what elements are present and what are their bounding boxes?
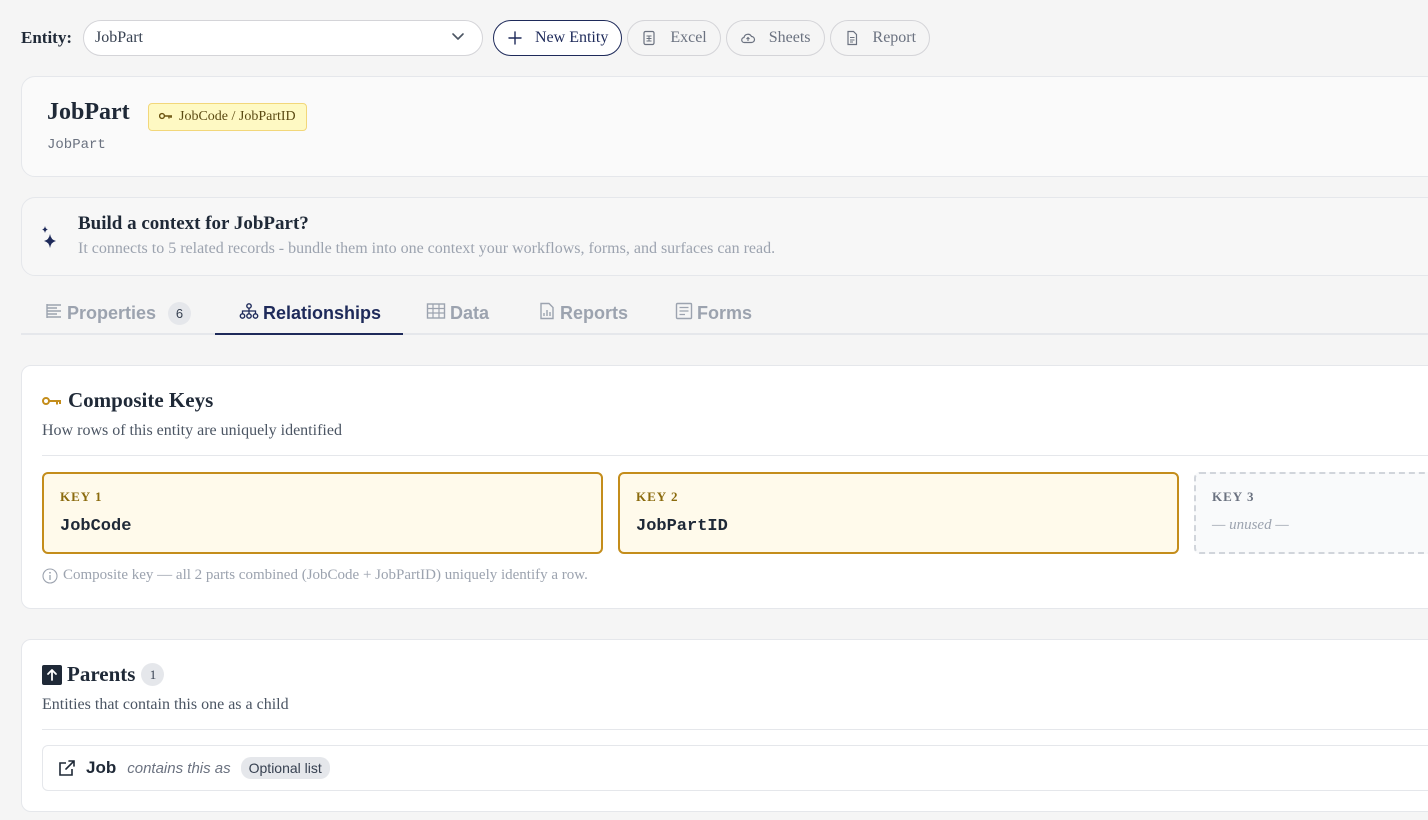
tab-properties[interactable]: Properties 6 <box>45 291 192 335</box>
context-banner[interactable]: Build a context for JobPart? It connects… <box>21 197 1428 276</box>
key-slot-label: KEY 2 <box>636 489 679 504</box>
sparkle-icon <box>40 225 62 249</box>
chevron-down-icon <box>450 28 466 49</box>
composite-keys-title: Composite Keys <box>42 388 213 413</box>
composite-keys-section: Composite Keys How rows of this entity a… <box>21 365 1428 609</box>
divider <box>42 729 1428 730</box>
report-button[interactable]: Report <box>829 20 931 56</box>
table-icon <box>426 302 450 325</box>
entity-select-value: JobPart <box>95 29 143 46</box>
hierarchy-icon <box>239 302 263 325</box>
parents-title: Parents 1 <box>42 662 165 687</box>
entity-subtitle: JobPart <box>47 137 106 153</box>
key-slot-value: JobCode <box>60 517 132 536</box>
spreadsheet-icon <box>641 30 657 46</box>
tab-forms[interactable]: Forms <box>675 291 752 335</box>
entity-header-card: JobPart JobCode / JobPartID JobPart <box>21 76 1428 177</box>
key-icon <box>158 109 179 125</box>
key-slot-value: JobPartID <box>636 517 728 536</box>
tab-reports[interactable]: Reports <box>538 291 628 335</box>
new-entity-label: New Entity <box>535 29 609 46</box>
info-icon <box>42 567 63 584</box>
parent-relation-text: contains this as <box>127 759 231 777</box>
key-slot-3[interactable]: KEY 3 — unused — <box>1194 472 1428 554</box>
relation-type-badge: Optional list <box>240 757 330 779</box>
toolbar: Entity: JobPart New Entity Excel Sheets … <box>21 20 931 56</box>
tab-data-label: Data <box>450 302 490 323</box>
parents-count-badge: 1 <box>141 663 165 686</box>
excel-label: Excel <box>670 29 707 46</box>
cloud-upload-icon <box>740 30 756 46</box>
parents-title-text: Parents <box>67 662 136 686</box>
composite-keys-description: How rows of this entity are uniquely ide… <box>42 422 342 439</box>
list-icon <box>45 302 67 325</box>
tab-reports-label: Reports <box>560 302 629 323</box>
key-icon <box>42 396 62 406</box>
tab-relationships[interactable]: Relationships <box>239 291 381 335</box>
key-badge-text: JobCode / JobPartID <box>179 109 296 124</box>
report-chart-icon <box>538 302 560 325</box>
parent-row[interactable]: Job contains this as Optional list <box>42 745 1428 791</box>
composite-keys-title-text: Composite Keys <box>68 388 214 412</box>
entity-label: Entity: <box>21 28 72 47</box>
composite-key-note-text: Composite key — all 2 parts combined (Jo… <box>63 567 588 583</box>
parent-name[interactable]: Job <box>86 758 116 778</box>
key-badge: JobCode / JobPartID <box>148 103 307 131</box>
active-tab-indicator <box>215 333 403 335</box>
context-description: It connects to 5 related records - bundl… <box>78 240 776 257</box>
plus-icon <box>507 30 523 46</box>
form-icon <box>675 302 697 325</box>
divider <box>42 455 1428 456</box>
tab-properties-label: Properties <box>67 302 157 323</box>
page-title: JobPart <box>47 99 130 125</box>
arrow-up-icon <box>42 664 62 685</box>
document-icon <box>844 30 860 46</box>
properties-count-badge: 6 <box>168 301 192 325</box>
sheets-button[interactable]: Sheets <box>725 20 825 56</box>
tab-data[interactable]: Data <box>426 291 489 335</box>
composite-key-note: Composite key — all 2 parts combined (Jo… <box>42 567 588 584</box>
key-slot-2[interactable]: KEY 2 JobPartID <box>618 472 1179 554</box>
excel-button[interactable]: Excel <box>627 20 721 56</box>
entity-select[interactable]: JobPart <box>83 20 483 56</box>
key-slot-label: KEY 3 <box>1212 489 1255 504</box>
key-slot-1[interactable]: KEY 1 JobCode <box>42 472 603 554</box>
tab-bar: Properties 6 Relationships Data Reports … <box>21 291 1428 335</box>
sheets-label: Sheets <box>768 29 811 46</box>
parents-section: Parents 1 Entities that contain this one… <box>21 639 1428 812</box>
report-label: Report <box>872 29 917 46</box>
external-link-icon[interactable] <box>57 758 77 778</box>
context-title: Build a context for JobPart? <box>78 213 309 234</box>
tab-forms-label: Forms <box>697 302 753 323</box>
new-entity-button[interactable]: New Entity <box>493 20 623 56</box>
key-slot-value: — unused — <box>1212 517 1289 533</box>
key-slot-label: KEY 1 <box>60 489 103 504</box>
tab-relationships-label: Relationships <box>263 302 382 323</box>
parents-description: Entities that contain this one as a chil… <box>42 696 289 713</box>
